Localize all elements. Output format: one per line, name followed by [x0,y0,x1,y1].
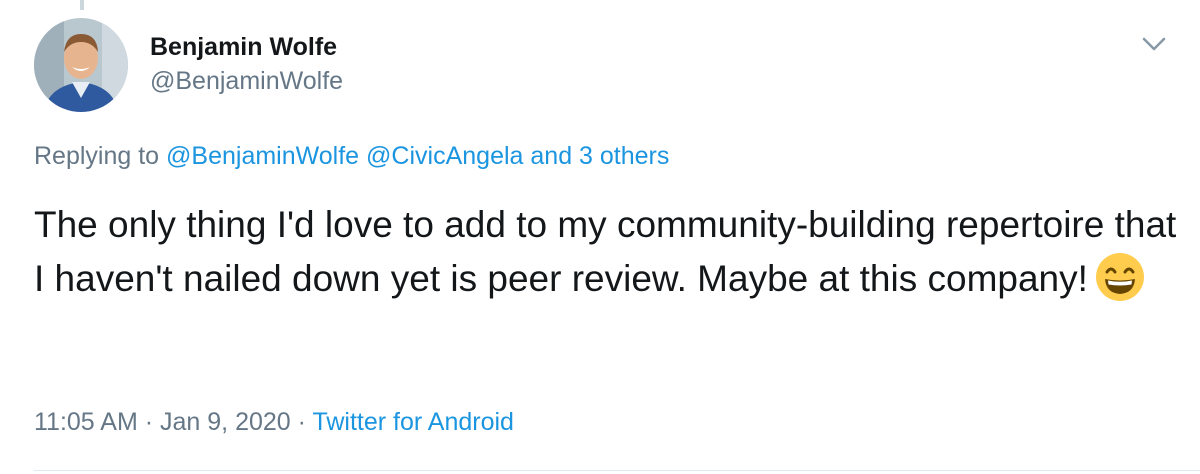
tweet-time[interactable]: 11:05 AM [34,408,138,436]
tweet-date[interactable]: Jan 9, 2020 [160,408,291,436]
thread-connector-line [80,0,84,10]
others-link[interactable]: and 3 others [530,142,669,170]
profile-photo-icon [34,18,128,112]
mention-link[interactable]: @CivicAngela [366,142,523,170]
tweet-author[interactable]: Benjamin Wolfe @BenjaminWolfe [150,30,343,98]
mention-link[interactable]: @BenjaminWolfe [166,142,359,170]
meta-separator: · [144,408,154,436]
chevron-down-icon [1142,37,1166,51]
author-handle[interactable]: @BenjaminWolfe [150,64,343,98]
divider [34,470,1200,471]
avatar[interactable] [34,18,128,112]
meta-separator: · [297,408,306,436]
author-display-name[interactable]: Benjamin Wolfe [150,30,343,64]
grinning-face-icon [1094,251,1146,303]
tweet-source-link[interactable]: Twitter for Android [312,408,513,436]
reply-context: Replying to @BenjaminWolfe @CivicAngela … [34,139,669,173]
tweet-metadata: 11:05 AM · Jan 9, 2020 · Twitter for And… [34,405,514,439]
tweet-text: The only thing I'd love to add to my com… [34,204,1177,299]
more-options-button[interactable] [1138,32,1170,56]
reply-prefix: Replying to [34,142,160,170]
tweet-body: The only thing I'd love to add to my com… [34,198,1184,305]
